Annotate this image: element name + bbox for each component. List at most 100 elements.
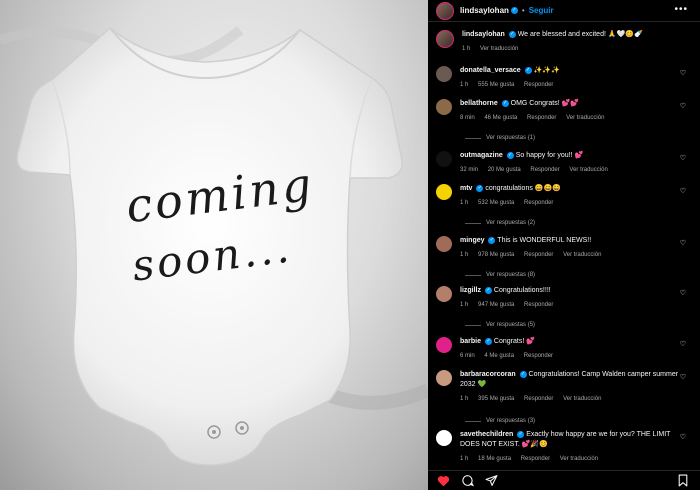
commenter-avatar[interactable] [436,99,452,115]
comment-like-heart-icon[interactable]: ♡ [680,340,686,348]
commenter-username[interactable]: bellathorne [460,100,498,107]
caption-translate-link[interactable]: Ver traducción [480,46,518,52]
comment-likes[interactable]: 395 Me gusta [478,396,514,402]
more-icon[interactable]: ••• [674,4,688,15]
translate-link[interactable]: Ver traducción [566,115,604,121]
commenter-username[interactable]: lizgillz [460,287,481,294]
separator-dot: • [521,6,525,15]
comment-likes[interactable]: 947 Me gusta [478,302,514,308]
view-replies-link[interactable]: Ver respuestas (1) [465,135,535,141]
view-replies-label[interactable]: Ver respuestas (1) [486,135,535,141]
translate-link[interactable]: Ver traducción [563,252,601,258]
comment-time: 32 min [460,167,479,173]
translate-link[interactable]: Ver traducción [569,167,607,173]
translate-link[interactable]: Ver traducción [560,456,598,462]
commenter-username[interactable]: donatella_versace [460,67,521,74]
comment-text: congratulations 😄😄😄 [485,185,561,192]
reply-link[interactable]: Responder [521,456,550,462]
view-replies-label[interactable]: Ver respuestas (3) [486,418,535,424]
commenter-username[interactable]: barbaracorcoran [460,371,516,378]
comment-likes[interactable]: 46 Me gusta [484,115,517,121]
commenter-username[interactable]: mtv [460,185,472,192]
reply-link[interactable]: Responder [524,252,553,258]
action-bar [428,470,700,490]
comment-time: 1 h [460,396,469,402]
commenter-username[interactable]: savethechildren [460,431,513,438]
comment-time: 1 h [460,456,469,462]
comment-icon[interactable] [460,474,474,488]
comment-likes[interactable]: 20 Me gusta [488,167,521,173]
comment-likes[interactable]: 4 Me gusta [484,353,514,359]
commenter-avatar[interactable] [436,337,452,353]
comment-likes[interactable]: 532 Me gusta [478,200,514,206]
comment-text: OMG Congrats! 💕💕 [510,100,580,107]
reply-link[interactable]: Responder [524,396,553,402]
author-avatar[interactable] [436,1,454,20]
author-username[interactable]: lindsaylohan [460,6,509,15]
comment-item: lizgillz ✓ Congratulations!!!! 1 h 947 M… [436,286,692,310]
reply-link[interactable]: Responder [524,302,553,308]
commenter-username[interactable]: mingey [460,237,485,244]
reply-link[interactable]: Responder [530,167,559,173]
replies-line [465,324,481,326]
comment-likes[interactable]: 978 Me gusta [478,252,514,258]
reply-link[interactable]: Responder [524,200,553,206]
replies-line [465,137,481,139]
commenter-username[interactable]: outmagazine [460,152,503,159]
commenter-avatar[interactable] [436,151,452,167]
comment-like-heart-icon[interactable]: ♡ [680,154,686,162]
caption-avatar[interactable] [436,30,454,48]
comment-text: This is WONDERFUL NEWS!! [497,237,592,244]
commenter-avatar[interactable] [436,66,452,82]
comment-like-heart-icon[interactable]: ♡ [680,239,686,247]
reply-link[interactable]: Responder [524,82,553,88]
commenter-avatar[interactable] [436,370,452,386]
commenter-avatar[interactable] [436,184,452,200]
comment-like-heart-icon[interactable]: ♡ [680,187,686,195]
commenter-avatar[interactable] [436,236,452,252]
comment-item: bellathorne ✓ OMG Congrats! 💕💕 8 min 46 … [436,99,692,123]
comment-text: So happy for you!! 💕 [515,152,584,159]
reply-link[interactable]: Responder [527,115,556,121]
translate-link[interactable]: Ver traducción [563,396,601,402]
comment-time: 1 h [460,200,469,206]
post-header: lindsaylohan ✓ • Seguir ••• [428,0,700,22]
heart-icon[interactable] [436,474,450,488]
share-icon[interactable] [484,474,498,488]
post-image[interactable]: coming soon... [0,0,428,490]
comment-item: donatella_versace ✓ ✨✨✨ 1 h 555 Me gusta… [436,66,692,90]
reply-link[interactable]: Responder [524,353,553,359]
bookmark-icon[interactable] [676,474,690,488]
comment-likes[interactable]: 555 Me gusta [478,82,514,88]
caption-username[interactable]: lindsaylohan [462,31,505,38]
comment-item: savethechildren ✓ Exactly how happy are … [436,430,692,464]
verified-badge-icon: ✓ [506,151,514,159]
verified-badge-icon: ✓ [484,337,492,345]
replies-line [465,222,481,224]
commenter-avatar[interactable] [436,430,452,446]
comment-likes[interactable]: 18 Me gusta [478,456,511,462]
verified-badge-icon: ✓ [508,30,516,38]
post-caption: lindsaylohan ✓ We are blessed and excite… [436,30,692,54]
comment-like-heart-icon[interactable]: ♡ [680,102,686,110]
verified-badge-icon: ✓ [476,184,484,192]
comment-like-heart-icon[interactable]: ♡ [680,373,686,381]
view-replies-label[interactable]: Ver respuestas (2) [486,220,535,226]
view-replies-label[interactable]: Ver respuestas (8) [486,272,535,278]
verified-badge-icon: ✓ [510,7,518,14]
view-replies-link[interactable]: Ver respuestas (8) [465,272,535,278]
comment-time: 1 h [460,82,469,88]
comment-like-heart-icon[interactable]: ♡ [680,69,686,77]
comment-like-heart-icon[interactable]: ♡ [680,289,686,297]
view-replies-link[interactable]: Ver respuestas (5) [465,322,535,328]
caption-text: We are blessed and excited! 🙏🤍😊🍼 [517,31,643,38]
view-replies-label[interactable]: Ver respuestas (5) [486,322,535,328]
view-replies-link[interactable]: Ver respuestas (3) [465,418,535,424]
view-replies-link[interactable]: Ver respuestas (2) [465,220,535,226]
commenter-username[interactable]: barbie [460,338,481,345]
commenter-avatar[interactable] [436,286,452,302]
comments-panel: lindsaylohan ✓ • Seguir ••• lindsaylohan… [428,0,700,490]
follow-button[interactable]: Seguir [529,6,554,15]
comment-item: barbaracorcoran ✓ Congratulations! Camp … [436,370,692,404]
comment-like-heart-icon[interactable]: ♡ [680,433,686,441]
